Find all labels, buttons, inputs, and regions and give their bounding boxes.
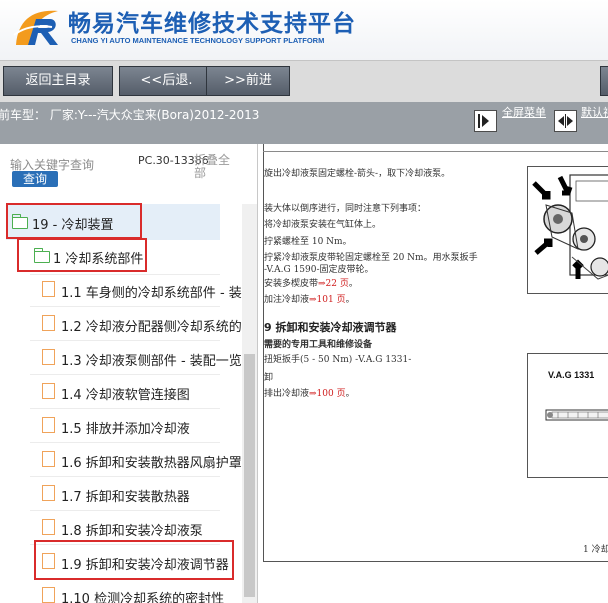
- doc-tools-heading: 需要的专用工具和维修设备: [264, 340, 373, 350]
- back-button[interactable]: <<后退.: [119, 66, 214, 96]
- tree-item-label: 1.8 拆卸和安装冷却液泵: [61, 524, 203, 539]
- doc-line: 安装多楔皮带⇒22 页。: [264, 276, 358, 289]
- doc-section-heading: 9 拆卸和安装冷却液调节器: [264, 321, 397, 334]
- home-button[interactable]: 返回主目录: [3, 66, 113, 96]
- row-divider: [30, 274, 220, 275]
- row-divider: [30, 340, 220, 341]
- tree-item-1-10[interactable]: 1.10 检测冷却系统的密封性: [42, 582, 242, 603]
- tree-item-1-1[interactable]: 1.1 车身侧的冷却系统部件 - 装配: [42, 276, 242, 304]
- default-view-icon[interactable]: [554, 110, 577, 132]
- document-icon: [42, 315, 55, 331]
- tree-item-1-7[interactable]: 1.7 拆卸和安装散热器: [42, 480, 242, 508]
- doc-line: 装大体以倒序进行，同时注意下列事项：: [264, 204, 427, 214]
- vehicle-bar: 前车型： 厂家:Y---汽大众宝来(Bora)2012-2013 全屏菜单 默认…: [0, 102, 608, 144]
- doc-remove-label: 卸: [264, 373, 274, 383]
- app-window: 畅易汽车维修技术支持平台 CHANG YI AUTO MAINTENANCE T…: [0, 0, 608, 603]
- doc-line-suffix: 。: [345, 389, 355, 399]
- doc-line-text: 排出冷却液: [264, 389, 310, 399]
- tree-item-label: 1.2 冷却液分配器侧冷却系统的部: [61, 320, 242, 335]
- doc-line-text: 安装多楔皮带: [264, 279, 319, 289]
- search-button[interactable]: 查询: [12, 171, 58, 187]
- tree-item-1-4[interactable]: 1.4 冷却液软管连接图: [42, 378, 242, 406]
- doc-line: 将冷却液泵安装在气缸体上。: [264, 220, 382, 230]
- fullscreen-menu-link[interactable]: 全屏菜单: [502, 106, 546, 119]
- document-icon: [42, 383, 55, 399]
- highlight-box: [6, 203, 142, 239]
- scrollbar-thumb[interactable]: [244, 354, 255, 597]
- page-footer: 1 冷却: [583, 545, 608, 555]
- tree-item-label: 1.1 车身侧的冷却系统部件 - 装配: [61, 286, 242, 301]
- current-vehicle-label: 前车型： 厂家:Y---汽大众宝来(Bora)2012-2013: [0, 108, 260, 122]
- doc-line-suffix: 。: [345, 295, 355, 305]
- brand-title: 畅易汽车维修技术支持平台: [68, 11, 356, 37]
- app-header: 畅易汽车维修技术支持平台 CHANG YI AUTO MAINTENANCE T…: [0, 0, 608, 60]
- page-reference-link[interactable]: ⇒22 页: [318, 279, 349, 289]
- doc-line: 加注冷却液⇒101 页。: [264, 292, 355, 305]
- toolbar-more-button[interactable]: [600, 66, 608, 96]
- document-icon: [42, 281, 55, 297]
- doc-tool-line: 扭矩扳手(5 - 50 Nm) -V.A.G 1331-: [264, 355, 412, 365]
- tree-item-1-2[interactable]: 1.2 冷却液分配器侧冷却系统的部: [42, 310, 242, 338]
- sidebar-scrollbar[interactable]: [242, 204, 257, 603]
- document-icon: [42, 519, 55, 535]
- row-divider: [30, 306, 220, 307]
- row-divider: [30, 510, 220, 511]
- row-divider: [30, 442, 220, 443]
- doc-line: 拧紧螺栓至 10 Nm。: [264, 237, 352, 247]
- tree-item-1-6[interactable]: 1.6 拆卸和安装散热器风扇护罩: [42, 446, 242, 474]
- toolbar: 返回主目录 <<后退. >>前进: [0, 60, 608, 102]
- tree-item-label: 1.7 拆卸和安装散热器: [61, 490, 190, 505]
- document-icon: [42, 587, 55, 603]
- document-icon: [42, 349, 55, 365]
- document-icon: [42, 485, 55, 501]
- doc-line: 旋出冷却液泵固定螺栓-箭头-，取下冷却液泵。: [264, 169, 451, 179]
- brand-subtitle: CHANG YI AUTO MAINTENANCE TECHNOLOGY SUP…: [71, 36, 325, 45]
- document-icon: [42, 417, 55, 433]
- tree-item-label: 1.5 排放并添加冷却液: [61, 422, 190, 437]
- doc-line: -V.A.G 1590-固定皮带轮。: [264, 265, 374, 275]
- row-divider: [30, 408, 220, 409]
- doc-line-text: 加注冷却液: [264, 295, 310, 305]
- default-view-link[interactable]: 默认视图: [581, 106, 608, 119]
- tree-item-1-5[interactable]: 1.5 排放并添加冷却液: [42, 412, 242, 440]
- doc-line: 排出冷却液⇒100 页。: [264, 386, 355, 399]
- highlight-box: [34, 540, 234, 580]
- collapse-all-link[interactable]: 折叠全部: [194, 154, 234, 180]
- brand-logo-icon: [13, 10, 58, 45]
- forward-button[interactable]: >>前进: [206, 66, 290, 96]
- document-icon: [42, 451, 55, 467]
- torque-wrench-figure: V.A.G 1331: [527, 353, 608, 478]
- page-reference-link[interactable]: ⇒101 页: [309, 295, 346, 305]
- water-pump-figure: [527, 166, 608, 294]
- page-reference-link[interactable]: ⇒100 页: [309, 389, 346, 399]
- tree-item-label: 1.3 冷却液泵侧部件 - 装配一览: [61, 354, 242, 369]
- tree-item-1-3[interactable]: 1.3 冷却液泵侧部件 - 装配一览: [42, 344, 242, 372]
- document-border: [263, 561, 608, 562]
- tree-item-label: 1.4 冷却液软管连接图: [61, 388, 190, 403]
- row-divider: [30, 374, 220, 375]
- tree-item-label: 1.10 检测冷却系统的密封性: [61, 592, 225, 603]
- doc-line-suffix: 。: [348, 279, 358, 289]
- document-header-rule: [263, 151, 608, 152]
- row-divider: [30, 476, 220, 477]
- highlight-box: [17, 238, 147, 272]
- fullscreen-icon[interactable]: [474, 110, 497, 132]
- tree-item-label: 1.6 拆卸和安装散热器风扇护罩: [61, 456, 242, 471]
- tree-item-1-8[interactable]: 1.8 拆卸和安装冷却液泵: [42, 514, 242, 542]
